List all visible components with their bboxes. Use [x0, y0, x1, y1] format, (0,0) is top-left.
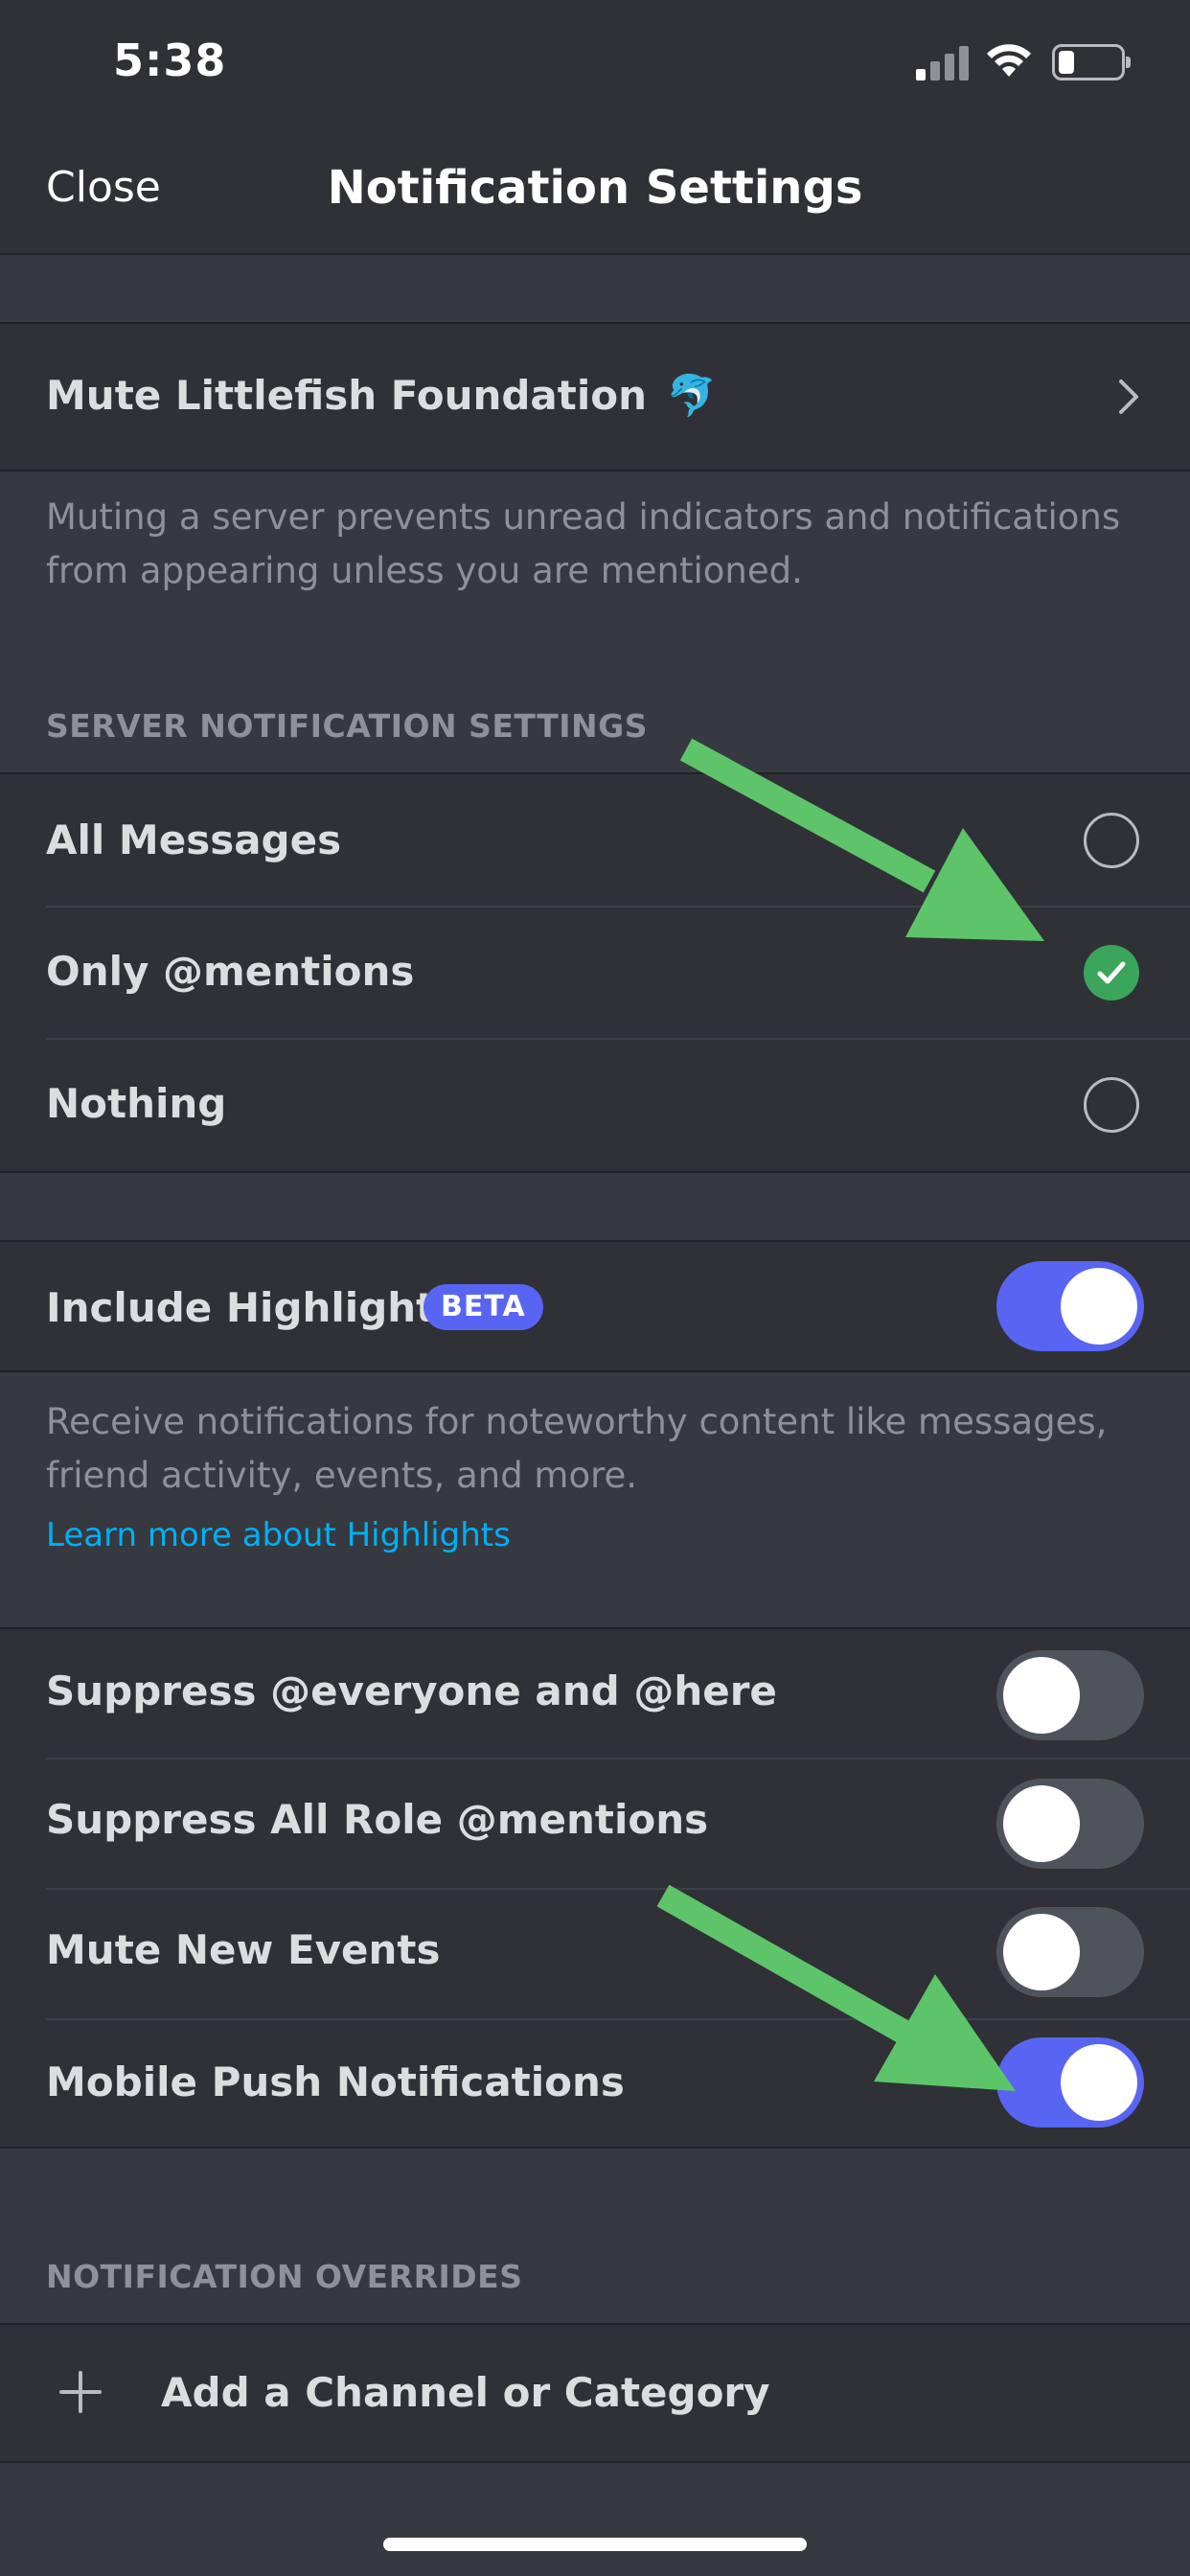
mute-description-line-1: Muting a server prevents unread indicato… [46, 496, 1121, 538]
mute-server-row[interactable]: Mute Littlefish Foundation 🐬 [0, 324, 1190, 470]
option-nothing[interactable]: Nothing [0, 1040, 1190, 1171]
mute-new-events-row: Mute New Events [0, 1890, 1190, 2018]
suppress-everyone-toggle[interactable] [996, 1650, 1144, 1740]
suppress-role-mentions-row: Suppress All Role @mentions [0, 1760, 1190, 1888]
radio-all-messages[interactable] [1084, 813, 1139, 868]
status-time: 5:38 [113, 34, 227, 86]
mute-description-line-2: from appearing unless you are mentioned. [46, 550, 803, 591]
cellular-signal-icon [916, 44, 970, 80]
include-highlights-toggle[interactable] [996, 1261, 1144, 1351]
option-label: All Messages [46, 816, 342, 863]
mute-new-events-label: Mute New Events [46, 1926, 441, 1973]
suppress-role-mentions-toggle[interactable] [996, 1779, 1144, 1869]
add-channel-or-category-label: Add a Channel or Category [161, 2369, 770, 2416]
notification-toggles-group: Suppress @everyone and @here Suppress Al… [0, 1629, 1190, 2147]
dolphin-emoji: 🐬 [666, 372, 717, 419]
mobile-push-notifications-label: Mobile Push Notifications [46, 2058, 625, 2105]
page-title: Notification Settings [327, 161, 863, 215]
highlights-description-line-2: friend activity, events, and more. [46, 1455, 638, 1496]
nav-header: Close Notification Settings [0, 134, 1190, 255]
radio-only-mentions[interactable] [1084, 945, 1139, 1000]
radio-nothing[interactable] [1084, 1077, 1139, 1133]
home-indicator[interactable] [383, 2538, 807, 2551]
option-label: Only @mentions [46, 948, 415, 995]
status-bar: 5:38 [0, 0, 1190, 134]
suppress-role-mentions-label: Suppress All Role @mentions [46, 1796, 709, 1843]
mute-new-events-toggle[interactable] [996, 1907, 1144, 1997]
highlights-description-line-1: Receive notifications for noteworthy con… [46, 1401, 1108, 1442]
notification-overrides-heading: NOTIFICATION OVERRIDES [46, 2258, 523, 2295]
beta-badge: BETA [423, 1284, 543, 1330]
battery-icon [1052, 44, 1131, 80]
include-highlights-label: Include Highlights [46, 1284, 460, 1331]
suppress-everyone-label: Suppress @everyone and @here [46, 1668, 777, 1714]
mobile-push-notifications-toggle[interactable] [996, 2037, 1144, 2128]
add-channel-or-category-button[interactable]: Add a Channel or Category [0, 2325, 1190, 2461]
plus-icon [59, 2371, 102, 2413]
suppress-everyone-row: Suppress @everyone and @here [0, 1629, 1190, 1758]
checkmark-icon [1097, 961, 1126, 984]
option-label: Nothing [46, 1080, 227, 1127]
learn-more-highlights-link[interactable]: Learn more about Highlights [46, 1516, 511, 1554]
notification-level-group: All Messages Only @mentions Nothing [0, 774, 1190, 1171]
option-only-mentions[interactable]: Only @mentions [0, 908, 1190, 1038]
option-all-messages[interactable]: All Messages [0, 774, 1190, 906]
mute-server-label: Mute Littlefish Foundation [46, 372, 648, 419]
chevron-right-icon [1119, 380, 1138, 414]
wifi-icon [987, 44, 1031, 77]
server-notification-settings-heading: SERVER NOTIFICATION SETTINGS [46, 707, 648, 745]
mobile-push-notifications-row: Mobile Push Notifications [0, 2020, 1190, 2147]
include-highlights-row: Include Highlights BETA [0, 1242, 1190, 1370]
